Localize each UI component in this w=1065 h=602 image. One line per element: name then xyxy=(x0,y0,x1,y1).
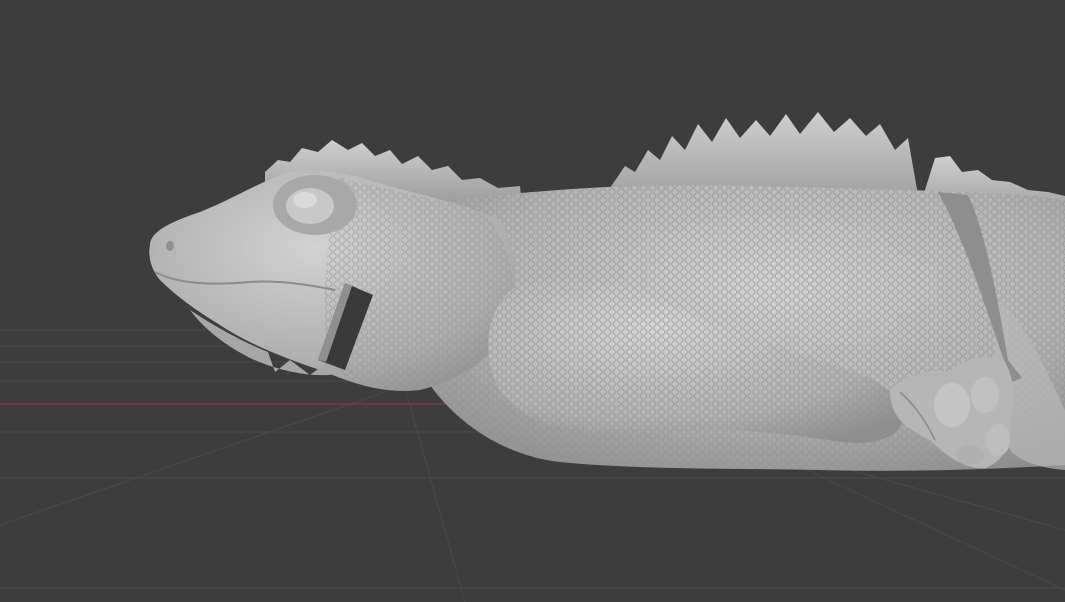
viewport-canvas[interactable] xyxy=(0,0,1065,602)
eye-highlight xyxy=(293,192,317,208)
3d-viewport[interactable] xyxy=(0,0,1065,602)
nostril xyxy=(166,241,174,251)
